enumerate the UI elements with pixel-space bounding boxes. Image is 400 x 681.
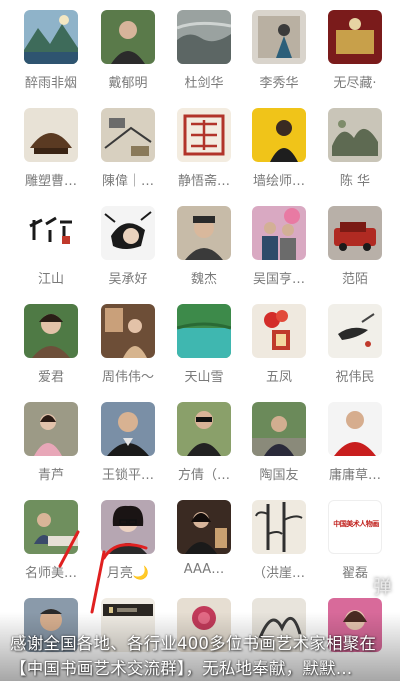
man-shirt-avatar-icon[interactable] <box>101 402 155 456</box>
member-name: 魏杰 <box>190 272 217 287</box>
red-flower-avatar-icon[interactable] <box>252 304 306 358</box>
member-name: 五凤 <box>265 370 292 385</box>
member-name: 月亮🌙 <box>106 566 150 581</box>
member-name: 周伟伟～ <box>101 370 154 385</box>
car-avatar-icon[interactable] <box>328 206 382 260</box>
member-name: 青芦 <box>37 468 64 483</box>
member-name: 陳偉｜… <box>101 174 154 189</box>
bamboo-avatar-icon[interactable] <box>252 500 306 554</box>
interior-avatar-icon[interactable] <box>101 304 155 358</box>
logo-text-avatar-icon[interactable]: 中国美术人物画 <box>328 500 382 554</box>
couple-avatar-icon[interactable] <box>252 206 306 260</box>
calligraphy-logo-avatar-icon[interactable] <box>24 206 78 260</box>
man-outdoor-avatar-icon[interactable] <box>252 402 306 456</box>
member-name: 祝伟民 <box>335 370 375 385</box>
member-name: 雕塑曹… <box>24 174 77 189</box>
woman-glasses-avatar-icon[interactable] <box>101 500 155 554</box>
danmu-comment-line-2: 【中国书画艺术交流群】，无私地奉献，默默… <box>10 659 353 678</box>
danmu-comment-line-1: 感谢全国各地、各行业400多位书画艺术家相聚在 <box>10 634 377 653</box>
member-name: 王锁平… <box>101 468 154 483</box>
member-name: 李秀华 <box>259 76 299 91</box>
member-name: 无尽藏· <box>333 76 377 91</box>
woman-pink-avatar-icon[interactable] <box>24 402 78 456</box>
woman-sunglasses-avatar-icon[interactable] <box>177 402 231 456</box>
member-name: 名师美… <box>24 566 77 581</box>
ink-painting-avatar-icon[interactable] <box>177 10 231 64</box>
member-name: 戴郁明 <box>108 76 148 91</box>
woman-dark-avatar-icon[interactable] <box>177 500 231 554</box>
logo-text: 中国美术人物画 <box>333 520 379 528</box>
member-name: 爱君 <box>37 370 64 385</box>
member-grid: 醉雨非烟 戴郁明 杜剑华 李秀华 无尽藏· 雕塑曹… 陳偉｜… 静悟斋… 墙绘师… <box>0 0 400 681</box>
yellow-portrait-avatar-icon[interactable] <box>252 108 306 162</box>
man-cap-avatar-icon[interactable] <box>177 206 231 260</box>
painting-avatar-icon[interactable] <box>252 10 306 64</box>
member-name: 杜剑华 <box>184 76 224 91</box>
sketch-avatar-icon[interactable] <box>101 108 155 162</box>
sculpture-avatar-icon[interactable] <box>24 108 78 162</box>
member-name: 江山 <box>37 272 64 287</box>
member-name: AAA… <box>183 562 225 577</box>
man-portrait-avatar-icon[interactable] <box>101 10 155 64</box>
man-desk-avatar-icon[interactable] <box>24 500 78 554</box>
member-name: 庸庸草… <box>328 468 381 483</box>
member-name: 醉雨非烟 <box>24 76 77 91</box>
woman-avatar-icon[interactable] <box>24 304 78 358</box>
lake-avatar-icon[interactable] <box>177 304 231 358</box>
member-name: 天山雪 <box>184 370 224 385</box>
member-name: 吴国亨… <box>252 272 305 287</box>
member-name: 方倩（… <box>177 468 230 483</box>
danmu-toggle-button[interactable]: 弹 <box>373 572 392 599</box>
man-red-avatar-icon[interactable] <box>328 402 382 456</box>
landscape-avatar-icon[interactable] <box>24 10 78 64</box>
red-decor-avatar-icon[interactable] <box>328 10 382 64</box>
seal-avatar-icon[interactable] <box>177 108 231 162</box>
member-name: 吴承好 <box>108 272 148 287</box>
rock-painting-avatar-icon[interactable] <box>328 108 382 162</box>
ink-bird-avatar-icon[interactable] <box>328 304 382 358</box>
member-name: 静悟斋… <box>177 174 230 189</box>
member-name: （洪崖… <box>252 566 305 581</box>
member-name: 陈 华 <box>339 174 371 189</box>
member-name: 范陌 <box>341 272 368 287</box>
member-name: 墙绘师… <box>252 174 305 189</box>
cartoon-avatar-icon[interactable] <box>101 206 155 260</box>
member-name: 陶国友 <box>259 468 299 483</box>
